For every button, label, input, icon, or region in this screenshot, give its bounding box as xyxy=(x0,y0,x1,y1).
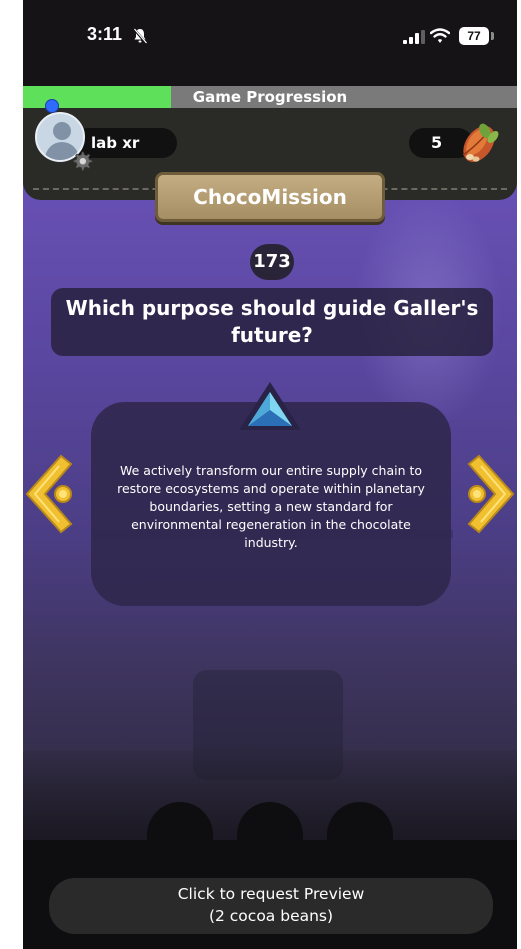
status-time: 3:11 xyxy=(87,24,123,44)
progression-label: Game Progression xyxy=(192,88,348,106)
game-progression-bar: Game Progression xyxy=(23,86,517,108)
gear-icon xyxy=(73,151,93,171)
cocoa-bean-count: 5 xyxy=(431,133,443,152)
profile-button[interactable] xyxy=(35,112,93,171)
answer-card[interactable]: We actively transform our entire supply … xyxy=(91,402,451,606)
triangle-gem-icon xyxy=(239,382,301,430)
username-label: lab xr xyxy=(91,134,140,152)
status-bar: 3:11 77 xyxy=(23,0,517,86)
preview-button-cost: (2 cocoa beans) xyxy=(208,907,334,925)
game-title: ChocoMission xyxy=(193,185,347,209)
answer-text: We actively transform our entire supply … xyxy=(117,463,425,550)
wifi-icon xyxy=(430,28,450,43)
battery-icon: 77 xyxy=(459,27,489,45)
progression-marker xyxy=(45,99,59,113)
chevron-right-icon[interactable] xyxy=(465,452,517,536)
question-text: Which purpose should guide Galler's futu… xyxy=(51,288,493,356)
bell-slash-icon xyxy=(133,28,147,44)
game-screen: 3:11 77 Game Progression lab xr 5 ChocoM… xyxy=(23,0,517,949)
battery-tip xyxy=(491,32,494,40)
request-preview-button[interactable]: Click to request Preview (2 cocoa beans) xyxy=(49,878,493,934)
cocoa-pod-icon xyxy=(462,123,499,163)
cellular-signal-icon xyxy=(403,30,425,44)
chevron-left-icon[interactable] xyxy=(23,452,75,536)
game-title-plate: ChocoMission xyxy=(155,172,385,222)
question-number-badge: 173 xyxy=(250,244,294,280)
preview-button-label: Click to request Preview xyxy=(177,885,365,903)
